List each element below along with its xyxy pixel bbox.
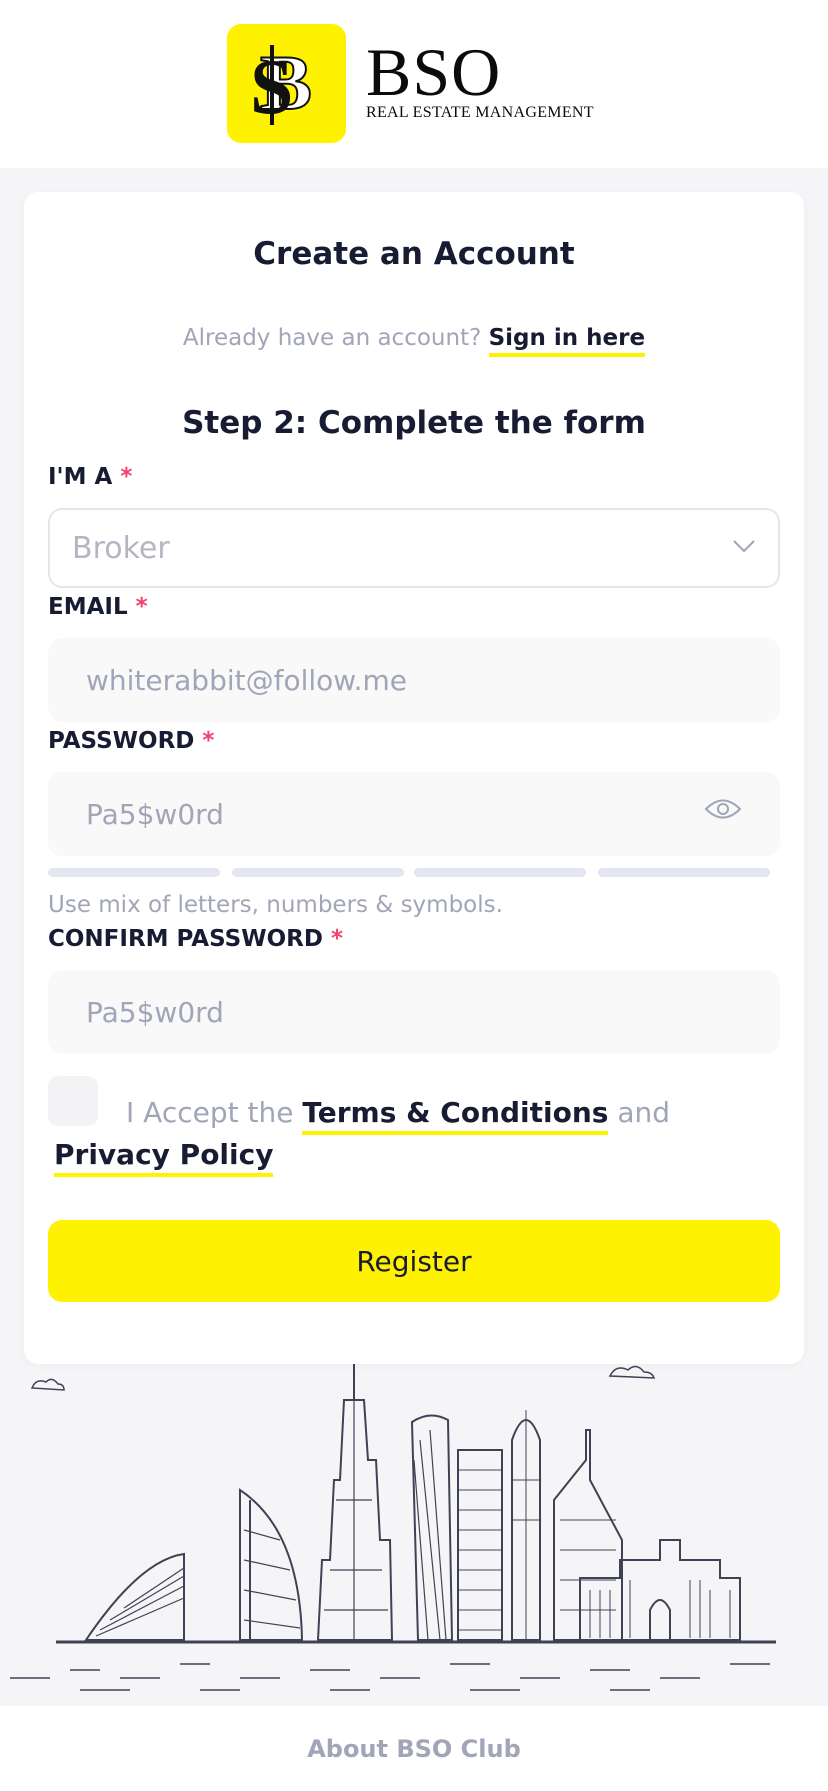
role-select[interactable]: Broker — [48, 508, 780, 588]
strength-segment — [414, 868, 586, 877]
required-mark: * — [120, 464, 133, 490]
register-card: Create an Account Already have an accoun… — [24, 192, 804, 1364]
signin-prompt-text: Already have an account? — [182, 325, 482, 351]
terms-prefix: I Accept the — [126, 1096, 294, 1129]
email-field[interactable] — [48, 638, 780, 722]
chevron-down-icon — [733, 540, 755, 553]
terms-link[interactable]: Terms & Conditions — [302, 1096, 609, 1135]
privacy-link[interactable]: Privacy Policy — [54, 1138, 274, 1177]
logo-icon[interactable]: B S — [227, 24, 346, 143]
confirm-password-field[interactable] — [48, 970, 780, 1054]
page-title: Create an Account — [253, 236, 575, 272]
city-skyline-illustration — [10, 1360, 776, 1691]
role-select-value: Broker — [72, 530, 170, 566]
privacy-row: Privacy Policy — [54, 1138, 274, 1177]
password-hint: Use mix of letters, numbers & symbols. — [48, 892, 503, 918]
signin-prompt: Already have an account? Sign in here — [24, 325, 804, 357]
password-label: PASSWORD * — [48, 728, 214, 754]
strength-segment — [598, 868, 770, 877]
email-label: EMAIL * — [48, 594, 148, 620]
about-link[interactable]: About BSO Club — [307, 1735, 521, 1763]
strength-segment — [48, 868, 220, 877]
step-title: Step 2: Complete the form — [182, 405, 646, 441]
strength-segment — [232, 868, 404, 877]
header: B S BSO REAL ESTATE MANAGEMENT — [0, 0, 828, 168]
brand-wordmark: BSO REAL ESTATE MANAGEMENT — [366, 36, 594, 122]
register-button[interactable]: Register — [48, 1220, 780, 1302]
role-label-text: I'M A — [48, 464, 113, 490]
password-strength-meter — [48, 868, 793, 878]
required-mark: * — [135, 594, 148, 620]
brand-title: BSO — [366, 34, 502, 110]
terms-text: I Accept the Terms & Conditions and — [126, 1096, 671, 1135]
footer: About BSO Club — [0, 1706, 828, 1791]
signin-link[interactable]: Sign in here — [488, 325, 646, 357]
role-label: I'M A * — [48, 464, 132, 490]
email-label-text: EMAIL — [48, 594, 128, 620]
confirm-password-label-text: CONFIRM PASSWORD — [48, 926, 323, 952]
required-mark: * — [202, 728, 215, 754]
confirm-password-label: CONFIRM PASSWORD * — [48, 926, 343, 952]
terms-checkbox[interactable] — [48, 1076, 98, 1126]
password-field[interactable] — [48, 772, 780, 856]
eye-icon[interactable] — [704, 796, 742, 822]
brand-subtitle: REAL ESTATE MANAGEMENT — [366, 104, 594, 121]
required-mark: * — [330, 926, 343, 952]
password-label-text: PASSWORD — [48, 728, 195, 754]
terms-conjunction: and — [617, 1096, 671, 1129]
